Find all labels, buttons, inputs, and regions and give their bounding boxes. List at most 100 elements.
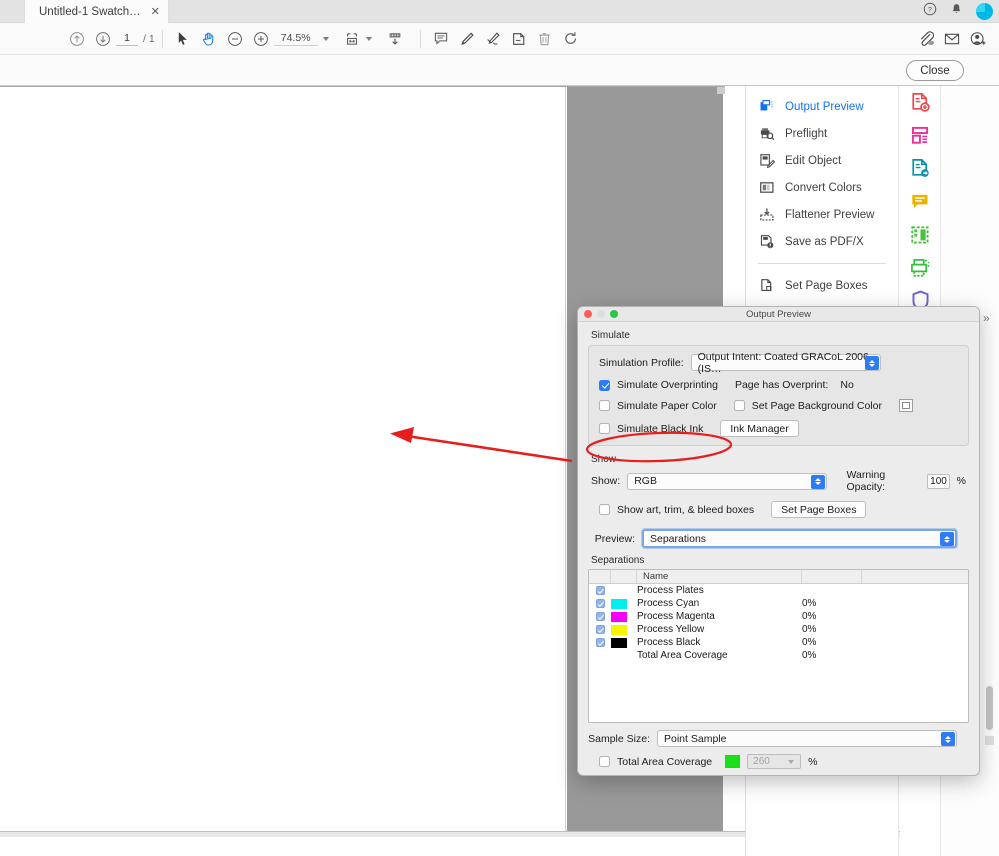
zoom-out-icon[interactable] bbox=[222, 26, 248, 52]
flattener-preview-icon bbox=[758, 206, 775, 223]
panel-scrollbar-thumb[interactable] bbox=[986, 686, 993, 730]
tool-item-edit-object[interactable]: Edit Object bbox=[746, 147, 898, 174]
fit-page-icon[interactable] bbox=[339, 26, 365, 52]
close-window-icon[interactable] bbox=[584, 310, 592, 318]
comment-rail-icon[interactable] bbox=[900, 185, 940, 218]
tac-color-swatch[interactable] bbox=[725, 755, 740, 768]
select-tool-icon[interactable] bbox=[170, 26, 196, 52]
separation-visibility-checkbox[interactable] bbox=[589, 599, 611, 608]
tool-item-preflight[interactable]: Preflight bbox=[746, 120, 898, 147]
hand-tool-icon[interactable] bbox=[196, 26, 222, 52]
simulate-overprinting-row: Simulate Overprinting Page has Overprint… bbox=[599, 379, 958, 391]
simulate-overprinting-checkbox[interactable] bbox=[599, 380, 610, 391]
separation-row[interactable]: Process Cyan0% bbox=[589, 597, 968, 610]
chevron-updown-icon[interactable] bbox=[811, 475, 825, 489]
zoom-in-icon[interactable] bbox=[248, 26, 274, 52]
tool-item-label: Flattener Preview bbox=[785, 209, 874, 221]
tool-item-label: Save as PDF/X bbox=[785, 236, 864, 248]
tool-item-convert-colors[interactable]: Convert Colors bbox=[746, 174, 898, 201]
show-section-label: Show bbox=[591, 454, 979, 465]
separation-name: Process Cyan bbox=[637, 598, 802, 609]
simulation-profile-select[interactable]: Output Intent: Coated GRACoL 2006 (IS… bbox=[691, 354, 881, 371]
create-pdf-icon[interactable] bbox=[900, 86, 940, 119]
page-up-icon[interactable] bbox=[64, 26, 90, 52]
account-avatar[interactable] bbox=[976, 3, 993, 20]
col-pct bbox=[802, 570, 862, 583]
chevron-updown-icon[interactable] bbox=[940, 532, 954, 546]
document-tab[interactable]: Untitled-1 Swatch… ✕ bbox=[24, 0, 169, 23]
expand-panel-chevron-icon[interactable]: » bbox=[983, 311, 989, 325]
set-page-background-color-label: Set Page Background Color bbox=[752, 400, 882, 412]
highlight-icon[interactable] bbox=[454, 26, 480, 52]
tab-title: Untitled-1 Swatch… bbox=[39, 6, 141, 18]
edit-object-icon bbox=[758, 152, 775, 169]
dialog-titlebar[interactable]: Output Preview bbox=[578, 307, 979, 322]
comment-icon[interactable] bbox=[428, 26, 454, 52]
page-down-icon[interactable] bbox=[90, 26, 116, 52]
separation-visibility-checkbox[interactable] bbox=[589, 638, 611, 647]
sample-size-select[interactable]: Point Sample bbox=[657, 730, 957, 747]
panel-scroll-resizer[interactable] bbox=[985, 736, 994, 745]
page-number-input[interactable]: 1 bbox=[116, 32, 138, 46]
separation-row[interactable]: Process Yellow0% bbox=[589, 623, 968, 636]
email-icon[interactable] bbox=[939, 26, 965, 52]
tool-item-save-as-pdfx[interactable]: Save as PDF/X bbox=[746, 228, 898, 255]
zoom-window-icon[interactable] bbox=[610, 310, 618, 318]
separation-visibility-checkbox[interactable] bbox=[589, 586, 611, 595]
set-page-background-color-checkbox[interactable] bbox=[734, 400, 745, 411]
separation-visibility-checkbox[interactable] bbox=[589, 612, 611, 621]
tac-value-input[interactable]: 260 bbox=[747, 754, 801, 769]
separation-row[interactable]: Process Magenta0% bbox=[589, 610, 968, 623]
stamp-icon[interactable] bbox=[506, 26, 532, 52]
separation-name: Process Plates bbox=[637, 585, 802, 596]
share-icon[interactable] bbox=[965, 26, 991, 52]
separation-row[interactable]: Process Black0% bbox=[589, 636, 968, 649]
separation-color-swatch bbox=[611, 599, 637, 609]
chevron-updown-icon[interactable] bbox=[941, 732, 955, 746]
set-page-boxes-button[interactable]: Set Page Boxes bbox=[771, 501, 866, 518]
tool-item-output-preview[interactable]: Output Preview bbox=[746, 93, 898, 120]
bell-icon[interactable] bbox=[950, 2, 963, 21]
delete-icon[interactable] bbox=[532, 26, 558, 52]
secondary-toolbar: Close bbox=[0, 55, 999, 86]
fit-page-chevron-icon[interactable] bbox=[366, 37, 372, 41]
chevron-down-icon[interactable] bbox=[323, 37, 329, 41]
warning-opacity-input[interactable]: 100 bbox=[927, 474, 949, 489]
close-icon[interactable]: ✕ bbox=[151, 5, 160, 18]
organize-pages-icon[interactable] bbox=[900, 119, 940, 152]
separations-table-header: Name bbox=[589, 570, 968, 584]
tool-item-set-page-boxes[interactable]: Set Page Boxes bbox=[746, 272, 898, 299]
total-area-coverage-checkbox[interactable] bbox=[599, 756, 610, 767]
preview-select[interactable]: Separations bbox=[642, 529, 957, 548]
simulate-black-ink-checkbox[interactable] bbox=[599, 423, 610, 434]
separation-visibility-checkbox[interactable] bbox=[589, 625, 611, 634]
scroll-mode-icon[interactable] bbox=[382, 26, 408, 52]
ink-manager-button[interactable]: Ink Manager bbox=[720, 420, 798, 437]
simulate-black-ink-row: Simulate Black Ink Ink Manager bbox=[599, 420, 958, 437]
help-icon[interactable]: ? bbox=[923, 2, 937, 21]
show-boxes-checkbox[interactable] bbox=[599, 504, 610, 515]
rotate-icon[interactable] bbox=[558, 26, 584, 52]
draw-icon[interactable] bbox=[480, 26, 506, 52]
tac-value-text: 260 bbox=[753, 756, 770, 767]
show-select[interactable]: RGB bbox=[627, 473, 827, 490]
separation-row[interactable]: Total Area Coverage0% bbox=[589, 649, 968, 662]
simulate-panel: Simulation Profile: Output Intent: Coate… bbox=[588, 345, 969, 446]
tac-unit: % bbox=[808, 756, 817, 768]
attach-icon[interactable] bbox=[913, 26, 939, 52]
tool-item-label: Set Page Boxes bbox=[785, 280, 867, 292]
minimize-window-icon[interactable] bbox=[597, 310, 605, 318]
separations-table[interactable]: Name Process PlatesProcess Cyan0%Process… bbox=[588, 569, 969, 723]
simulate-paper-color-checkbox[interactable] bbox=[599, 400, 610, 411]
vertical-scrollbar[interactable] bbox=[717, 87, 725, 94]
page-layout-icon[interactable] bbox=[900, 218, 940, 251]
close-button[interactable]: Close bbox=[906, 60, 964, 81]
export-pdf-icon[interactable] bbox=[900, 152, 940, 185]
page-background-color-swatch[interactable] bbox=[899, 399, 913, 412]
zoom-level-input[interactable]: 74.5% bbox=[274, 32, 318, 46]
print-production-icon[interactable] bbox=[900, 251, 940, 284]
chevron-updown-icon[interactable] bbox=[865, 356, 879, 370]
tool-item-flattener-preview[interactable]: Flattener Preview bbox=[746, 201, 898, 228]
separation-row[interactable]: Process Plates bbox=[589, 584, 968, 597]
sample-size-label: Sample Size: bbox=[588, 733, 650, 745]
